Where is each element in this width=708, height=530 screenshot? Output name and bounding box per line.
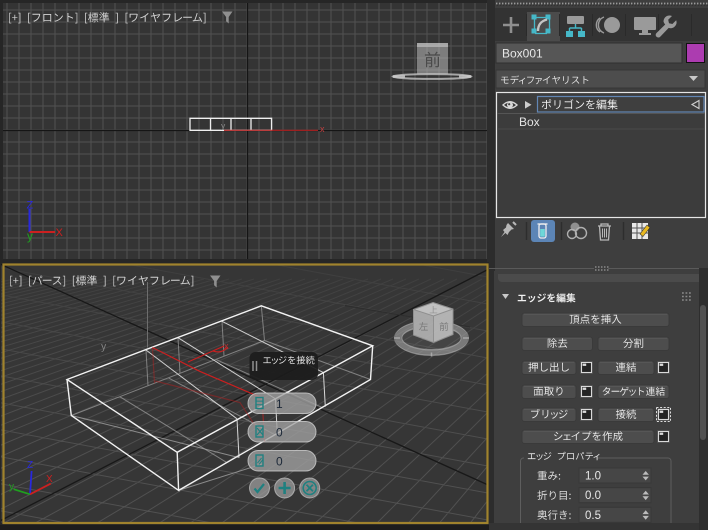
- svg-text:Z: Z: [27, 460, 33, 471]
- svg-text:Box: Box: [519, 115, 540, 129]
- svg-text:Z: Z: [27, 200, 34, 212]
- svg-text:0: 0: [276, 426, 283, 440]
- svg-text:Box001: Box001: [502, 47, 543, 61]
- svg-text:X: X: [56, 227, 64, 239]
- svg-text:X: X: [46, 474, 53, 485]
- svg-text:1.0: 1.0: [585, 471, 601, 483]
- svg-text:0: 0: [276, 455, 283, 469]
- svg-text:x: x: [224, 341, 229, 351]
- svg-text:x: x: [320, 124, 325, 134]
- svg-text:0.0: 0.0: [585, 490, 601, 502]
- svg-text:y: y: [9, 482, 14, 493]
- svg-text:0.5: 0.5: [585, 510, 601, 522]
- svg-text:y: y: [27, 229, 33, 243]
- svg-text:1: 1: [276, 397, 283, 411]
